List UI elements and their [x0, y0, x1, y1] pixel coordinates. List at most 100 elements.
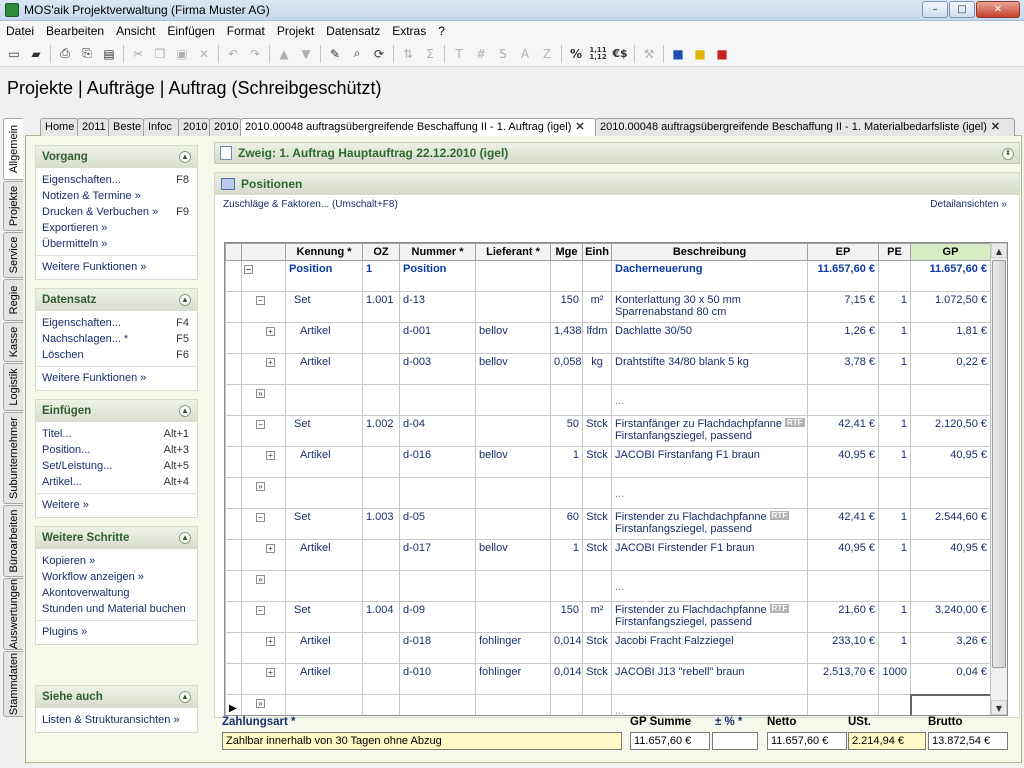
- cell-mge[interactable]: 150: [550, 291, 583, 323]
- tab-close-icon[interactable]: ✕: [991, 119, 1000, 136]
- cell-lieferant[interactable]: fohlinger: [475, 663, 551, 695]
- cell-kennung[interactable]: [285, 694, 363, 715]
- expand-icon[interactable]: +: [266, 668, 275, 677]
- cell-nummer[interactable]: d-09: [399, 601, 476, 633]
- cell-ep[interactable]: 11.657,60 €: [807, 260, 879, 292]
- cell-mge[interactable]: 150: [550, 601, 583, 633]
- vtab-6[interactable]: Subunternehmer: [3, 412, 23, 504]
- cut-icon[interactable]: ✂: [127, 43, 149, 65]
- cell-pe[interactable]: 1: [878, 508, 911, 540]
- panel-header-schritte[interactable]: Weitere Schritte ▲: [36, 527, 197, 549]
- menu-item-7[interactable]: Extras: [386, 24, 432, 38]
- vtab-7[interactable]: Büroarbeiten: [3, 505, 23, 577]
- panel-header-siehe[interactable]: Siehe auch ▲: [36, 686, 197, 708]
- column-header[interactable]: GP: [910, 243, 991, 261]
- decimals-icon[interactable]: 1,11 1,12: [587, 43, 609, 65]
- table-row[interactable]: + Artikel d-010 fohlinger 0,014 Stck JACOBI J1…: [225, 663, 991, 695]
- copy-icon[interactable]: ❐: [149, 43, 171, 65]
- cell-mge[interactable]: 0,058: [550, 353, 583, 385]
- column-header[interactable]: Lieferant *: [475, 243, 551, 261]
- cell-einh[interactable]: Stck: [582, 415, 612, 447]
- cell-einh[interactable]: [582, 384, 612, 416]
- table-row[interactable]: − Position 1 Position Dacherneuerung 11.657,6…: [225, 260, 991, 292]
- cell-einh[interactable]: [582, 570, 612, 602]
- panel-item[interactable]: Kopieren »: [36, 553, 197, 569]
- cell-gp[interactable]: 1.072,50 €: [910, 291, 991, 323]
- column-header[interactable]: Mge: [550, 243, 583, 261]
- row-marker[interactable]: [225, 322, 242, 354]
- scroll-thumb[interactable]: [992, 260, 1006, 668]
- row-marker[interactable]: [225, 353, 242, 385]
- maximize-button[interactable]: □: [949, 1, 975, 18]
- cell-einh[interactable]: m²: [582, 291, 612, 323]
- tab-6[interactable]: 2010.00048 auftragsübergreifende Beschaf…: [240, 118, 596, 136]
- menu-item-8[interactable]: ?: [432, 24, 451, 38]
- tab-3[interactable]: Infoc: [143, 118, 179, 136]
- cell-kennung[interactable]: [285, 384, 363, 416]
- cell-ep[interactable]: 2.513,70 €: [807, 663, 879, 695]
- cell-mge[interactable]: [550, 260, 583, 292]
- cell-beschreibung[interactable]: JACOBI J13 "rebell" braun: [611, 663, 808, 695]
- tab-5[interactable]: 2010: [209, 118, 241, 136]
- vtab-9[interactable]: Stammdaten: [3, 651, 23, 717]
- tree-cell[interactable]: −: [241, 601, 286, 633]
- cell-kennung[interactable]: Artikel: [285, 632, 363, 664]
- column-header[interactable]: Kennung *: [285, 243, 363, 261]
- collapse-icon[interactable]: −: [244, 265, 253, 274]
- cell-gp[interactable]: 3.240,00 €: [910, 601, 991, 633]
- tree-cell[interactable]: +: [241, 632, 286, 664]
- cell-lieferant[interactable]: [475, 570, 551, 602]
- cell-kennung[interactable]: Artikel: [285, 446, 363, 478]
- column-header[interactable]: PE: [878, 243, 911, 261]
- tree-cell[interactable]: »: [241, 694, 286, 715]
- tree-cell[interactable]: +: [241, 539, 286, 571]
- cell-beschreibung[interactable]: Firstender zu Flachdachpfanne RTF Firstanf…: [611, 508, 808, 540]
- cell-lieferant[interactable]: bellov: [475, 446, 551, 478]
- cell-mge[interactable]: 1,438: [550, 322, 583, 354]
- cell-lieferant[interactable]: [475, 694, 551, 715]
- cell-lieferant[interactable]: [475, 477, 551, 509]
- cell-nummer[interactable]: d-017: [399, 539, 476, 571]
- panel-item[interactable]: Löschen F6: [36, 347, 197, 363]
- column-header[interactable]: Beschreibung: [611, 243, 808, 261]
- cell-beschreibung[interactable]: Firstender zu Flachdachpfanne RTF Firstanf…: [611, 601, 808, 633]
- table-row[interactable]: − Set 1.003 d-05 60 Stck Firstender zu Flachda…: [225, 508, 991, 540]
- cell-nummer[interactable]: d-04: [399, 415, 476, 447]
- cell-nummer[interactable]: d-003: [399, 353, 476, 385]
- table-row[interactable]: − Set 1.001 d-13 150 m² Konterlattung 30 x 50 …: [225, 291, 991, 323]
- cell-kennung[interactable]: Artikel: [285, 353, 363, 385]
- percent-icon[interactable]: %: [565, 43, 587, 65]
- cell-ep[interactable]: 233,10 €: [807, 632, 879, 664]
- cell-einh[interactable]: [582, 477, 612, 509]
- collapse-icon[interactable]: ▲: [179, 691, 191, 703]
- zuschlaege-link[interactable]: Zuschläge & Faktoren... (Umschalt+F8): [223, 199, 398, 210]
- cell-gp[interactable]: 0,22 €: [910, 353, 991, 385]
- vtab-2[interactable]: Service: [3, 232, 23, 278]
- cell-beschreibung[interactable]: Firstanfänger zu Flachdachpfanne RTF First…: [611, 415, 808, 447]
- panel-item[interactable]: Set/Leistung... Alt+5: [36, 458, 197, 474]
- print-preview-icon[interactable]: ⎘: [76, 43, 98, 65]
- scroll-down-icon[interactable]: ▼: [991, 700, 1007, 715]
- vtab-8[interactable]: Auswertungen: [3, 578, 23, 650]
- cell-pe[interactable]: [878, 570, 911, 602]
- panel-item[interactable]: Drucken & Verbuchen » F9: [36, 204, 197, 220]
- expand-icon[interactable]: +: [266, 358, 275, 367]
- panel-item[interactable]: Eigenschaften... F8: [36, 172, 197, 188]
- cell-lieferant[interactable]: [475, 260, 551, 292]
- collapse-icon[interactable]: ▲: [179, 151, 191, 163]
- collapse-icon[interactable]: −: [256, 420, 265, 429]
- cell-lieferant[interactable]: fohlinger: [475, 632, 551, 664]
- menu-item-2[interactable]: Ansicht: [110, 24, 161, 38]
- cell-einh[interactable]: kg: [582, 353, 612, 385]
- cell-ep[interactable]: 21,60 €: [807, 601, 879, 633]
- cell-gp[interactable]: [909, 693, 992, 715]
- panel-item[interactable]: Notizen & Termine »: [36, 188, 197, 204]
- cell-nummer[interactable]: d-13: [399, 291, 476, 323]
- more-icon[interactable]: »: [256, 699, 265, 708]
- open-icon[interactable]: ▰: [25, 43, 47, 65]
- currency-icon[interactable]: €$: [609, 43, 631, 65]
- expand-icon[interactable]: +: [266, 451, 275, 460]
- cell-beschreibung[interactable]: ...: [611, 694, 808, 715]
- cell-kennung[interactable]: Artikel: [285, 539, 363, 571]
- cell-einh[interactable]: [582, 260, 612, 292]
